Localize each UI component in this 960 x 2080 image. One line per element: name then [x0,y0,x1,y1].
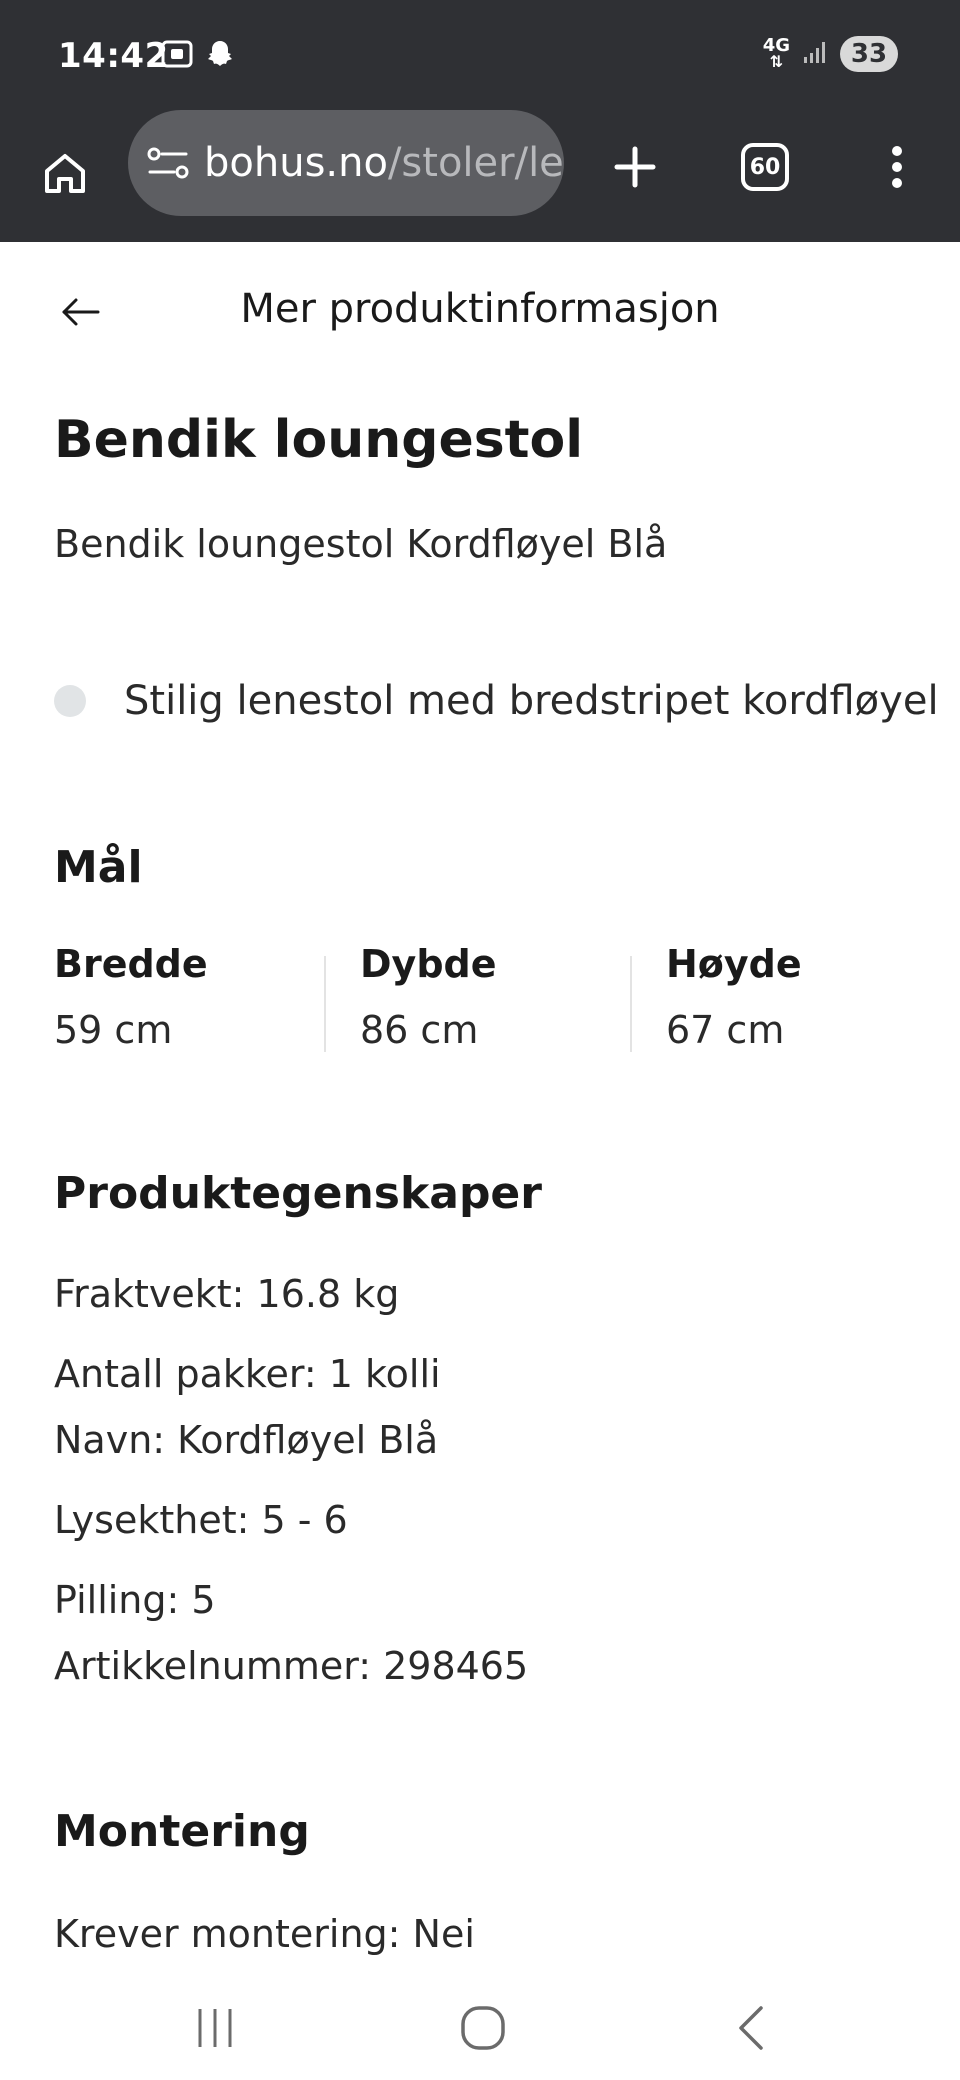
dimension-value: 86 cm [360,1008,479,1052]
dimension-label: Bredde [54,942,208,986]
home-circle-icon [461,2006,505,2050]
tab-count: 60 [741,143,789,191]
property-line: Pilling: 5 [54,1578,216,1622]
recents-button[interactable] [170,1988,260,2068]
url-path: /stoler/le [387,140,564,186]
dimensions-heading: Mål [54,842,143,893]
property-line: Antall pakker: 1 kolli [54,1352,441,1396]
dimension-value: 59 cm [54,1008,173,1052]
dimensions-table: Bredde 59 cm Dybde 86 cm Høyde 67 cm [54,942,914,1052]
new-tab-button[interactable] [600,132,670,202]
status-icons-right: 4G ⇅ 33 [763,36,898,72]
chevron-left-icon [739,2006,763,2050]
battery-indicator: 33 [840,36,898,72]
property-line: Fraktvekt: 16.8 kg [54,1272,400,1316]
network-4g-icon: 4G ⇅ [762,35,790,71]
page-header: Mer produktinformasjon [0,242,960,382]
feature-bullet: Stilig lenestol med bredstripet kordfløy… [54,678,939,724]
url-domain: bohus.no [204,140,388,186]
assembly-line: Krever montering: Nei [54,1912,475,1956]
browser-toolbar: bohus.no/stoler/le 60 [0,108,960,242]
property-line: Lysekthet: 5 - 6 [54,1498,348,1542]
dimension-label: Høyde [666,942,802,986]
bullet-dot-icon [54,685,86,717]
dimension-divider [630,956,632,1052]
system-nav-bar [0,1978,960,2080]
plus-icon [614,146,656,188]
page-title: Mer produktinformasjon [240,286,720,332]
product-title: Bendik loungestol [54,410,584,470]
home-button[interactable] [30,138,100,208]
url-text: bohus.no/stoler/le [204,140,564,186]
status-icons-left [160,38,236,74]
system-back-button[interactable] [706,1988,796,2068]
back-button[interactable] [60,292,120,332]
arrow-left-icon [62,298,100,326]
snapchat-icon [204,38,236,74]
assembly-heading: Montering [54,1806,310,1857]
status-time: 14:42 [58,36,169,76]
address-bar[interactable]: bohus.no/stoler/le [128,110,564,216]
dimension-value: 67 cm [666,1008,785,1052]
properties-heading: Produktegenskaper [54,1168,542,1219]
system-home-button[interactable] [438,1988,528,2068]
home-icon [45,154,85,193]
dimension-depth: Dybde 86 cm [360,942,497,1052]
dimension-divider [324,956,326,1052]
site-settings-icon[interactable] [146,145,190,181]
feature-text: Stilig lenestol med bredstripet kordfløy… [124,678,939,724]
dimension-height: Høyde 67 cm [666,942,802,1052]
dimension-width: Bredde 59 cm [54,942,208,1052]
signal-icon [802,39,828,69]
tab-switcher-button[interactable]: 60 [730,132,800,202]
product-subtitle: Bendik loungestol Kordfløyel Blå [54,522,668,566]
more-vertical-icon [892,146,902,188]
recents-icon [198,2009,232,2047]
property-line: Navn: Kordfløyel Blå [54,1418,439,1462]
dimension-label: Dybde [360,942,497,986]
property-line: Artikkelnummer: 298465 [54,1644,529,1688]
browser-menu-button[interactable] [862,132,932,202]
status-bar: 14:42 4G ⇅ 33 [0,0,960,108]
screenshot-icon [160,39,194,73]
